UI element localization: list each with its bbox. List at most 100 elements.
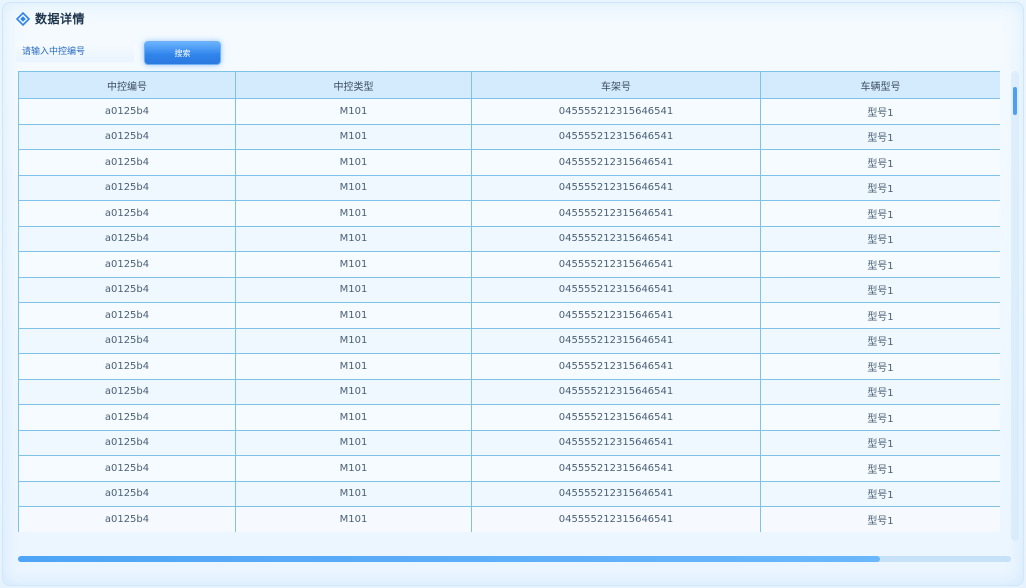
cell-vehicle-model: 型号1 <box>760 225 1000 252</box>
cell-vehicle-model: 型号1 <box>760 404 1000 431</box>
cell-device-type: M101 <box>235 149 472 176</box>
cell-vin: 045555212315646541 <box>471 200 761 227</box>
cell-device-id: a0125b4 <box>18 506 236 532</box>
cell-vin: 045555212315646541 <box>471 429 761 456</box>
data-table-container: 中控编号 中控类型 车架号 车辆型号 a0125b4 M101 0455552123… <box>18 71 1000 532</box>
cell-device-type: M101 <box>235 353 472 380</box>
column-header-device-id[interactable]: 中控编号 <box>18 71 236 99</box>
table-row[interactable]: a0125b4 M101 045555212315646541 型号1 <box>18 251 1000 278</box>
cell-device-type: M101 <box>235 404 472 431</box>
cell-device-id: a0125b4 <box>18 276 236 303</box>
cell-device-type: M101 <box>235 327 472 354</box>
cell-device-type: M101 <box>235 506 472 532</box>
cell-device-type: M101 <box>235 480 472 507</box>
table-row[interactable]: a0125b4 M101 045555212315646541 型号1 <box>18 506 1000 532</box>
cell-device-type: M101 <box>235 200 472 227</box>
cell-vehicle-model: 型号1 <box>760 480 1000 507</box>
vertical-scrollbar-thumb[interactable] <box>1013 87 1017 115</box>
cell-vehicle-model: 型号1 <box>760 174 1000 201</box>
cell-vehicle-model: 型号1 <box>760 200 1000 227</box>
cell-vehicle-model: 型号1 <box>760 149 1000 176</box>
panel-header: 数据详情 <box>15 9 86 27</box>
cell-vehicle-model: 型号1 <box>760 251 1000 278</box>
cell-vin: 045555212315646541 <box>471 327 761 354</box>
cell-vehicle-model: 型号1 <box>760 302 1000 329</box>
table-row[interactable]: a0125b4 M101 045555212315646541 型号1 <box>18 429 1000 456</box>
cell-vehicle-model: 型号1 <box>760 506 1000 532</box>
table-body: a0125b4 M101 045555212315646541 型号1 a0125b4 M… <box>18 98 1000 532</box>
cell-device-type: M101 <box>235 174 472 201</box>
table-row[interactable]: a0125b4 M101 045555212315646541 型号1 <box>18 353 1000 380</box>
cell-vin: 045555212315646541 <box>471 480 761 507</box>
table-row[interactable]: a0125b4 M101 045555212315646541 型号1 <box>18 276 1000 303</box>
cell-vehicle-model: 型号1 <box>760 378 1000 405</box>
cell-device-type: M101 <box>235 429 472 456</box>
cell-vin: 045555212315646541 <box>471 251 761 278</box>
cell-vin: 045555212315646541 <box>471 98 761 125</box>
cell-device-id: a0125b4 <box>18 429 236 456</box>
cell-device-type: M101 <box>235 302 472 329</box>
table-row[interactable]: a0125b4 M101 045555212315646541 型号1 <box>18 98 1000 125</box>
cell-vin: 045555212315646541 <box>471 302 761 329</box>
page-title: 数据详情 <box>35 11 86 26</box>
table-row[interactable]: a0125b4 M101 045555212315646541 型号1 <box>18 174 1000 201</box>
cell-device-id: a0125b4 <box>18 98 236 125</box>
data-table: 中控编号 中控类型 车架号 车辆型号 a0125b4 M101 0455552123… <box>18 71 1000 532</box>
column-header-vehicle-model[interactable]: 车辆型号 <box>760 71 1000 99</box>
table-row[interactable]: a0125b4 M101 045555212315646541 型号1 <box>18 378 1000 405</box>
cell-vin: 045555212315646541 <box>471 378 761 405</box>
cell-device-id: a0125b4 <box>18 225 236 252</box>
table-row[interactable]: a0125b4 M101 045555212315646541 型号1 <box>18 149 1000 176</box>
table-row[interactable]: a0125b4 M101 045555212315646541 型号1 <box>18 123 1000 150</box>
cell-vehicle-model: 型号1 <box>760 276 1000 303</box>
cell-device-id: a0125b4 <box>18 404 236 431</box>
table-row[interactable]: a0125b4 M101 045555212315646541 型号1 <box>18 404 1000 431</box>
table-row[interactable]: a0125b4 M101 045555212315646541 型号1 <box>18 225 1000 252</box>
horizontal-scrollbar[interactable] <box>18 556 1011 562</box>
cell-vin: 045555212315646541 <box>471 123 761 150</box>
table-row[interactable]: a0125b4 M101 045555212315646541 型号1 <box>18 200 1000 227</box>
cell-device-type: M101 <box>235 123 472 150</box>
cell-device-id: a0125b4 <box>18 200 236 227</box>
vertical-scrollbar[interactable] <box>1011 71 1019 541</box>
cell-vehicle-model: 型号1 <box>760 327 1000 354</box>
cell-device-id: a0125b4 <box>18 327 236 354</box>
cell-device-type: M101 <box>235 98 472 125</box>
cell-device-id: a0125b4 <box>18 302 236 329</box>
table-row[interactable]: a0125b4 M101 045555212315646541 型号1 <box>18 455 1000 482</box>
cell-device-type: M101 <box>235 455 472 482</box>
cell-vin: 045555212315646541 <box>471 149 761 176</box>
cell-vin: 045555212315646541 <box>471 506 761 532</box>
cell-vin: 045555212315646541 <box>471 353 761 380</box>
cell-device-id: a0125b4 <box>18 123 236 150</box>
column-header-vin[interactable]: 车架号 <box>471 71 761 99</box>
cell-device-id: a0125b4 <box>18 174 236 201</box>
cell-device-type: M101 <box>235 276 472 303</box>
table-row[interactable]: a0125b4 M101 045555212315646541 型号1 <box>18 480 1000 507</box>
cell-vin: 045555212315646541 <box>471 404 761 431</box>
cell-device-id: a0125b4 <box>18 353 236 380</box>
cell-vehicle-model: 型号1 <box>760 353 1000 380</box>
cell-device-id: a0125b4 <box>18 378 236 405</box>
cell-vehicle-model: 型号1 <box>760 98 1000 125</box>
cell-vin: 045555212315646541 <box>471 225 761 252</box>
cell-vin: 045555212315646541 <box>471 455 761 482</box>
cell-device-type: M101 <box>235 378 472 405</box>
cell-vin: 045555212315646541 <box>471 276 761 303</box>
column-header-device-type[interactable]: 中控类型 <box>235 71 472 99</box>
cell-device-id: a0125b4 <box>18 251 236 278</box>
diamond-icon <box>15 11 31 27</box>
cell-device-id: a0125b4 <box>18 455 236 482</box>
search-button[interactable]: 搜索 <box>144 41 221 65</box>
table-row[interactable]: a0125b4 M101 045555212315646541 型号1 <box>18 327 1000 354</box>
cell-device-type: M101 <box>235 225 472 252</box>
horizontal-scrollbar-thumb[interactable] <box>18 556 880 562</box>
cell-vehicle-model: 型号1 <box>760 429 1000 456</box>
cell-vehicle-model: 型号1 <box>760 455 1000 482</box>
cell-device-type: M101 <box>235 251 472 278</box>
search-input[interactable] <box>16 42 134 62</box>
table-row[interactable]: a0125b4 M101 045555212315646541 型号1 <box>18 302 1000 329</box>
cell-vehicle-model: 型号1 <box>760 123 1000 150</box>
cell-device-id: a0125b4 <box>18 149 236 176</box>
table-header-row: 中控编号 中控类型 车架号 车辆型号 <box>18 71 1000 99</box>
